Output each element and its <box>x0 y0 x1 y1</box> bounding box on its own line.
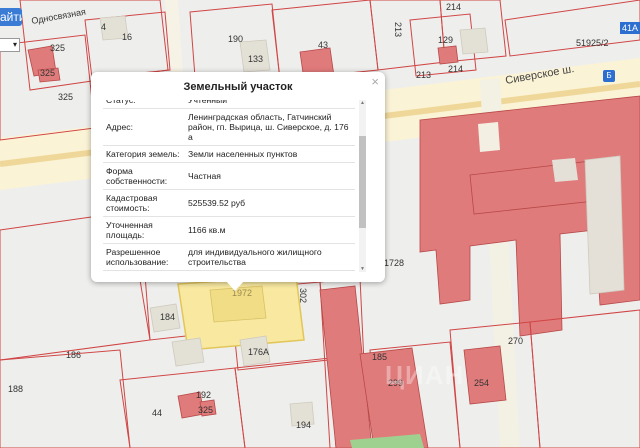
property-key: Кадастровая стоимость: <box>103 189 185 217</box>
plot-label: 254 <box>474 378 489 388</box>
plot-label: 214 <box>446 2 461 12</box>
property-value: для индивидуального жилищного строительс… <box>185 243 355 271</box>
property-key: Форма собственности: <box>103 162 185 190</box>
property-value: Ленинградская область, Гатчинский район,… <box>185 108 355 146</box>
table-row: Адрес: Ленинградская область, Гатчинский… <box>103 108 355 146</box>
property-value: 1166 кв.м <box>185 216 355 244</box>
property-value: Учтенный <box>185 100 355 109</box>
plot-label: 133 <box>248 54 263 64</box>
find-button[interactable]: айти <box>0 8 22 26</box>
plot-label: 186 <box>66 350 81 360</box>
plot-label: 213 <box>416 70 431 80</box>
parcel-properties-table: Статус: Учтенный Адрес: Ленинградская об… <box>103 100 355 271</box>
parcel-info-popup: Земельный участок × Статус: Учтенный Адр… <box>91 72 385 282</box>
property-key: Адрес: <box>103 108 185 146</box>
scroll-down-icon[interactable]: ▼ <box>359 266 366 272</box>
scroll-up-icon[interactable]: ▲ <box>359 100 366 106</box>
property-key: Статус: <box>103 100 185 109</box>
table-row: Категория земель: Земли населенных пункт… <box>103 145 355 163</box>
corner-label: 41А <box>620 22 640 34</box>
property-value: Частная <box>185 162 355 190</box>
plot-label: 16 <box>122 32 132 42</box>
table-row: Разрешенное использование: для индивидуа… <box>103 243 355 271</box>
plot-label: 325 <box>58 92 73 102</box>
property-value: Земли населенных пунктов <box>185 145 355 163</box>
popup-pointer <box>226 281 244 291</box>
bus-stop-icon[interactable]: Б <box>603 70 615 82</box>
plot-label: 325 <box>50 43 65 53</box>
plot-label: 325 <box>40 68 55 78</box>
plot-label: 129 <box>438 35 453 45</box>
plot-label: 213 <box>393 22 403 37</box>
plot-label: 51925/2 <box>576 38 609 48</box>
property-value: 525539.52 руб <box>185 189 355 217</box>
plot-label: 214 <box>448 64 463 74</box>
large-building <box>419 95 640 337</box>
plot-label: 4 <box>101 22 106 32</box>
table-row: Статус: Учтенный <box>103 100 355 109</box>
property-key: Категория земель: <box>103 145 185 163</box>
plot-label: 44 <box>152 408 162 418</box>
plot-label: 1728 <box>384 258 404 268</box>
popup-scrollbar-thumb[interactable] <box>359 136 366 228</box>
close-icon[interactable]: × <box>371 74 379 89</box>
plot-label: 184 <box>160 312 175 322</box>
plot-label: 176А <box>248 347 269 357</box>
property-key: Разрешенное использование: <box>103 243 185 271</box>
table-row: Кадастровая стоимость: 525539.52 руб <box>103 189 355 217</box>
plot-label: 43 <box>318 40 328 50</box>
plot-label: 190 <box>228 34 243 44</box>
popup-scroll-content: Статус: Учтенный Адрес: Ленинградская об… <box>103 100 355 271</box>
popup-body[interactable]: Статус: Учтенный Адрес: Ленинградская об… <box>103 100 369 272</box>
plot-label: 188 <box>8 384 23 394</box>
plot-label: 194 <box>296 420 311 430</box>
plot-label: 325 <box>198 405 213 415</box>
watermark: ЦИАН <box>385 360 465 390</box>
table-row: Уточненная площадь: 1166 кв.м <box>103 216 355 244</box>
layer-select[interactable]: ▾ <box>0 38 20 52</box>
table-row: Форма собственности: Частная <box>103 162 355 190</box>
plot-label: 270 <box>508 336 523 346</box>
property-key: Уточненная площадь: <box>103 216 185 244</box>
plot-label: 302 <box>298 288 308 303</box>
popup-title: Земельный участок <box>183 81 293 93</box>
plot-label: 192 <box>196 390 211 400</box>
